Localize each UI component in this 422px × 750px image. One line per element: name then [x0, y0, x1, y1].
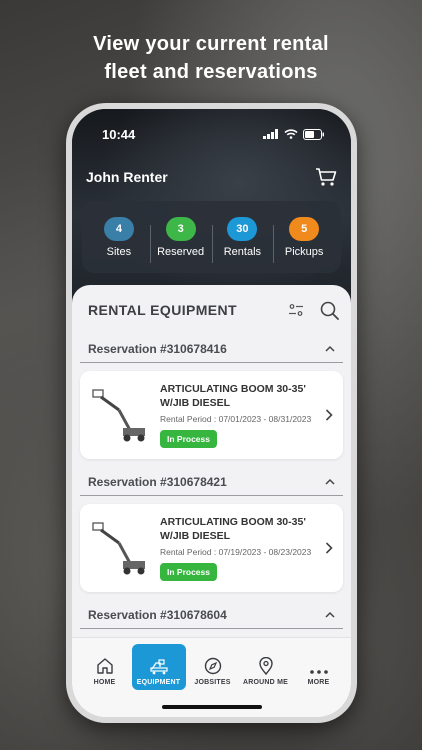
chevron-up-icon[interactable] [325, 345, 335, 352]
stat-count-badge: 30 [227, 216, 258, 241]
chevron-right-icon[interactable] [321, 409, 337, 421]
location-pin-icon [258, 657, 273, 675]
stats-summary: 4 Sites 3 Reserved 30 Rentals 5 Pickups [82, 201, 341, 273]
tab-label: HOME [93, 679, 116, 686]
signal-icon [263, 129, 278, 139]
status-badge: In Process [160, 430, 217, 448]
rental-equipment-panel: RENTAL EQUIPMENT Reservation #310678416 … [72, 285, 351, 717]
reservation-title: Reservation #310678421 [88, 474, 227, 489]
stat-label: Rentals [223, 245, 262, 258]
app-screen: 10:44 John Renter 4 Sites 3 Reserved 30 … [72, 109, 351, 717]
chevron-up-icon[interactable] [325, 611, 335, 618]
tab-label: AROUND ME [243, 679, 288, 686]
cart-icon[interactable] [315, 167, 337, 187]
stat-label: Pickups [284, 245, 324, 258]
rental-period: Rental Period : 07/01/2023 - 08/31/2023 [160, 414, 312, 424]
card-info: ARTICULATING BOOM 30-35' W/JIB DIESEL Re… [154, 382, 321, 448]
wifi-icon [284, 129, 298, 139]
headline: View your current rental fleet and reser… [0, 30, 422, 86]
stat-count-badge: 5 [289, 216, 320, 241]
search-icon[interactable] [320, 301, 339, 320]
tab-label: JOBSITES [194, 679, 231, 686]
stat-count-badge: 4 [103, 216, 134, 241]
status-icons [263, 128, 325, 140]
tab-jobsites[interactable]: JOBSITES [187, 644, 239, 690]
status-bar: 10:44 [72, 123, 351, 145]
rental-period: Rental Period : 07/19/2023 - 08/23/2023 [160, 547, 312, 557]
filter-icon[interactable] [288, 303, 304, 317]
chevron-right-icon[interactable] [321, 542, 337, 554]
stat-count-badge: 3 [165, 216, 196, 241]
home-indicator[interactable] [161, 705, 262, 709]
tab-around-me[interactable]: AROUND ME [240, 644, 292, 690]
tab-label: MORE [307, 679, 330, 686]
more-dots-icon [309, 670, 328, 674]
stat-label: Sites [106, 245, 132, 258]
user-row: John Renter [86, 165, 337, 189]
stat-rentals[interactable]: 30 Rentals [211, 216, 274, 263]
reservation-header[interactable]: Reservation #310678421 [80, 468, 343, 496]
section-title: RENTAL EQUIPMENT [88, 302, 237, 318]
equipment-icon [149, 659, 168, 675]
battery-icon [303, 128, 324, 140]
stat-pickups[interactable]: 5 Pickups [273, 216, 335, 263]
headline-line-1: View your current rental [93, 33, 329, 55]
boom-lift-image [86, 514, 154, 582]
headline-line-2: fleet and reservations [104, 61, 318, 83]
equipment-card[interactable]: ARTICULATING BOOM 30-35' W/JIB DIESEL Re… [80, 371, 343, 459]
tab-more[interactable]: MORE [293, 644, 345, 690]
card-info: ARTICULATING BOOM 30-35' W/JIB DIESEL Re… [154, 515, 321, 581]
tab-home[interactable]: HOME [79, 644, 131, 690]
status-time: 10:44 [102, 126, 136, 142]
equipment-name: ARTICULATING BOOM 30-35' W/JIB DIESEL [160, 516, 306, 542]
equipment-card[interactable]: ARTICULATING BOOM 30-35' W/JIB DIESEL Re… [80, 504, 343, 592]
equipment-name: ARTICULATING BOOM 30-35' W/JIB DIESEL [160, 383, 306, 409]
user-name: John Renter [86, 169, 168, 185]
reservation-title: Reservation #310678604 [88, 607, 227, 622]
header-actions [288, 301, 339, 320]
boom-lift-image [86, 381, 154, 449]
compass-icon [204, 657, 221, 675]
status-badge: In Process [160, 563, 217, 581]
tab-label: EQUIPMENT [136, 679, 181, 686]
home-icon [96, 658, 113, 674]
reservation-header[interactable]: Reservation #310678416 [80, 335, 343, 363]
stat-label: Reserved [157, 245, 205, 258]
phone-frame: 10:44 John Renter 4 Sites 3 Reserved 30 … [66, 103, 357, 723]
section-header: RENTAL EQUIPMENT [88, 297, 339, 323]
stat-reserved[interactable]: 3 Reserved [149, 216, 212, 263]
stat-sites[interactable]: 4 Sites [88, 216, 150, 258]
reservation-title: Reservation #310678416 [88, 341, 227, 356]
chevron-up-icon[interactable] [325, 478, 335, 485]
reservation-header[interactable]: Reservation #310678604 [80, 601, 343, 629]
tab-equipment[interactable]: EQUIPMENT [131, 644, 186, 690]
